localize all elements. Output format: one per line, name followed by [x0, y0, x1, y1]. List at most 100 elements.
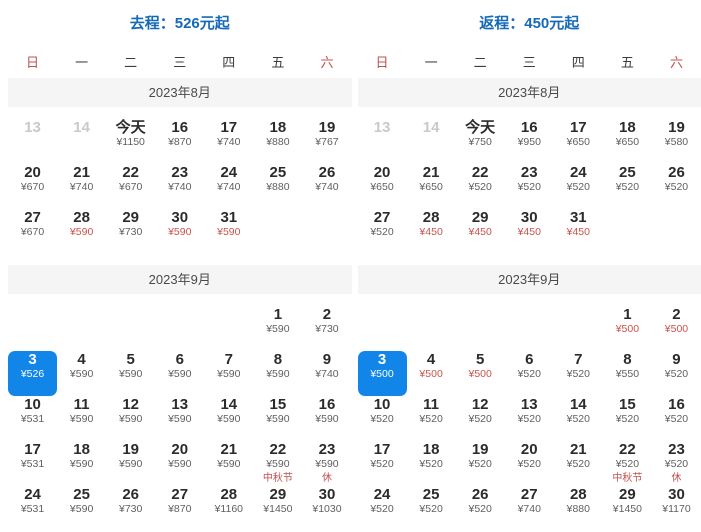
date-cell[interactable]: 19¥767 [302, 119, 351, 164]
date-cell[interactable]: 28¥590 [57, 209, 106, 254]
date-cell[interactable]: 18¥650 [603, 119, 652, 164]
date-cell[interactable]: 10¥531 [8, 396, 57, 441]
date-cell[interactable]: 27¥670 [8, 209, 57, 254]
date-cell[interactable]: 1¥500 [603, 306, 652, 351]
date-cell[interactable]: 21¥590 [204, 441, 253, 486]
date-cell[interactable]: 今天¥750 [456, 119, 505, 164]
date-cell[interactable]: 18¥590 [57, 441, 106, 486]
price-label: ¥590 [119, 413, 142, 426]
date-cell[interactable]: 19¥580 [652, 119, 701, 164]
date-cell[interactable]: 27¥740 [505, 486, 554, 531]
date-cell[interactable]: 25¥520 [603, 164, 652, 209]
date-cell[interactable]: 18¥880 [253, 119, 302, 164]
weekday-label: 二 [106, 52, 155, 71]
date-cell[interactable]: 28¥450 [407, 209, 456, 254]
date-cell[interactable]: 17¥520 [358, 441, 407, 486]
date-cell[interactable]: 24¥520 [358, 486, 407, 531]
date-cell[interactable]: 16¥870 [155, 119, 204, 164]
date-cell[interactable]: 22¥670 [106, 164, 155, 209]
date-cell[interactable]: 29¥450 [456, 209, 505, 254]
date-cell[interactable]: 18¥520 [407, 441, 456, 486]
date-cell[interactable]: 24¥531 [8, 486, 57, 531]
date-cell[interactable]: 25¥520 [407, 486, 456, 531]
date-cell[interactable]: 27¥520 [358, 209, 407, 254]
date-cell[interactable]: 今天¥1150 [106, 119, 155, 164]
date-cell[interactable]: 20¥590 [155, 441, 204, 486]
date-cell[interactable]: 21¥520 [554, 441, 603, 486]
price-label: ¥520 [518, 458, 541, 471]
date-cell[interactable]: 31¥450 [554, 209, 603, 254]
price-label: ¥520 [567, 181, 590, 194]
price-label: ¥740 [168, 181, 191, 194]
date-cell[interactable]: 23¥740 [155, 164, 204, 209]
date-cell[interactable]: 13¥520 [505, 396, 554, 441]
date-cell[interactable]: 15¥590 [253, 396, 302, 441]
date-cell[interactable]: 30¥590 [155, 209, 204, 254]
date-cell[interactable]: 29¥730 [106, 209, 155, 254]
date-cell[interactable]: 1¥590 [253, 306, 302, 351]
date-cell[interactable]: 7¥520 [554, 351, 603, 396]
date-cell[interactable]: 5¥590 [106, 351, 155, 396]
date-cell[interactable]: 25¥880 [253, 164, 302, 209]
date-cell[interactable]: 24¥740 [204, 164, 253, 209]
date-cell[interactable]: 31¥590 [204, 209, 253, 254]
date-cell[interactable]: 16¥590 [302, 396, 351, 441]
date-cell[interactable]: 休30¥1030 [302, 486, 351, 531]
date-cell[interactable]: 中秋节29¥1450 [603, 486, 652, 531]
date-cell[interactable]: 16¥950 [505, 119, 554, 164]
price-label: ¥1160 [215, 503, 243, 516]
date-cell[interactable]: 4¥500 [407, 351, 456, 396]
date-cell[interactable]: 21¥740 [57, 164, 106, 209]
price-label: ¥1030 [312, 503, 341, 516]
date-cell[interactable]: 19¥590 [106, 441, 155, 486]
date-cell[interactable]: 26¥730 [106, 486, 155, 531]
date-cell[interactable]: 17¥740 [204, 119, 253, 164]
date-cell[interactable]: 22¥520 [456, 164, 505, 209]
date-cell[interactable]: 7¥590 [204, 351, 253, 396]
date-cell[interactable]: 9¥740 [302, 351, 351, 396]
date-cell[interactable]: 26¥520 [456, 486, 505, 531]
date-cell[interactable]: 19¥520 [456, 441, 505, 486]
date-cell[interactable]: 2¥500 [652, 306, 701, 351]
date-cell[interactable]: 8¥550 [603, 351, 652, 396]
date-cell[interactable]: 10¥520 [358, 396, 407, 441]
date-cell[interactable]: 6¥520 [505, 351, 554, 396]
week-row: 10¥53111¥59012¥59013¥59014¥59015¥59016¥5… [8, 396, 352, 441]
date-cell[interactable]: 26¥740 [302, 164, 351, 209]
date-cell[interactable]: 14¥590 [204, 396, 253, 441]
date-cell[interactable]: 9¥520 [652, 351, 701, 396]
date-cell-selected[interactable]: 3¥526 [8, 351, 57, 396]
date-cell[interactable]: 14¥520 [554, 396, 603, 441]
date-cell[interactable]: 25¥590 [57, 486, 106, 531]
date-cell[interactable]: 21¥650 [407, 164, 456, 209]
date-cell[interactable]: 6¥590 [155, 351, 204, 396]
date-cell[interactable]: 16¥520 [652, 396, 701, 441]
date-cell[interactable]: 23¥520 [505, 164, 554, 209]
price-label: ¥1170 [662, 503, 690, 516]
date-cell[interactable]: 中秋节29¥1450 [253, 486, 302, 531]
date-cell[interactable]: 17¥650 [554, 119, 603, 164]
date-cell[interactable]: 20¥650 [358, 164, 407, 209]
price-label: ¥740 [315, 368, 338, 381]
date-cell[interactable]: 休30¥1170 [652, 486, 701, 531]
date-cell[interactable]: 15¥520 [603, 396, 652, 441]
date-cell[interactable]: 28¥1160 [204, 486, 253, 531]
date-cell[interactable]: 28¥880 [554, 486, 603, 531]
date-cell[interactable]: 30¥450 [505, 209, 554, 254]
date-cell[interactable]: 17¥531 [8, 441, 57, 486]
date-cell[interactable]: 12¥590 [106, 396, 155, 441]
date-cell-selected[interactable]: 3¥500 [358, 351, 407, 396]
date-cell[interactable]: 4¥590 [57, 351, 106, 396]
date-cell[interactable]: 11¥590 [57, 396, 106, 441]
date-cell[interactable]: 8¥590 [253, 351, 302, 396]
date-cell[interactable]: 13¥590 [155, 396, 204, 441]
date-cell[interactable]: 20¥670 [8, 164, 57, 209]
date-cell[interactable]: 12¥520 [456, 396, 505, 441]
date-cell[interactable]: 2¥730 [302, 306, 351, 351]
date-cell[interactable]: 20¥520 [505, 441, 554, 486]
date-cell[interactable]: 26¥520 [652, 164, 701, 209]
date-cell[interactable]: 27¥870 [155, 486, 204, 531]
date-cell[interactable]: 5¥500 [456, 351, 505, 396]
date-cell[interactable]: 24¥520 [554, 164, 603, 209]
date-cell[interactable]: 11¥520 [407, 396, 456, 441]
